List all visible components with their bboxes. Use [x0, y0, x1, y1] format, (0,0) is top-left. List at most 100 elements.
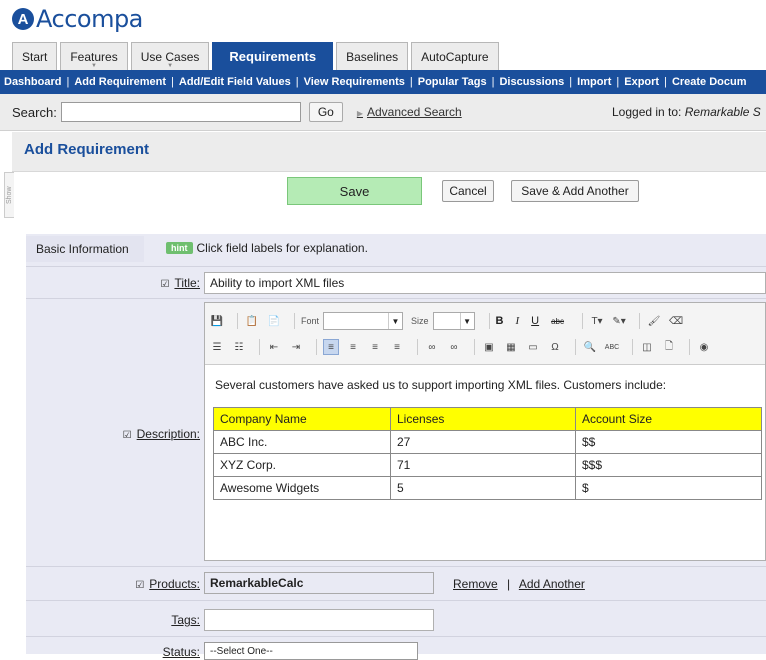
chevron-down-icon: ▼: [459, 313, 474, 329]
paste-word-icon[interactable]: 📄: [266, 313, 282, 329]
format-brush-icon[interactable]: 🖌: [646, 313, 662, 329]
table-icon[interactable]: ▦: [503, 339, 519, 355]
size-select[interactable]: ▼: [432, 312, 475, 330]
table-cell: XYZ Corp.: [213, 453, 391, 477]
italic-button[interactable]: I: [515, 315, 519, 327]
search-input[interactable]: [60, 102, 301, 122]
remove-product-link[interactable]: Remove: [453, 577, 498, 591]
maximize-icon[interactable]: ◉: [696, 339, 712, 355]
go-button[interactable]: Go: [308, 102, 343, 122]
horizontal-rule-icon[interactable]: ▭: [525, 339, 541, 355]
subnav-create-document[interactable]: Create Docum: [672, 76, 747, 88]
indent-icon[interactable]: ⇥: [288, 339, 304, 355]
title-label[interactable]: Title:: [174, 276, 200, 290]
search-bar: Search: Go ▶ Advanced Search Logged in to…: [0, 94, 766, 131]
table-row: XYZ Corp. 71 $$$: [213, 453, 762, 477]
font-label: Font: [301, 316, 320, 326]
title-field[interactable]: Ability to import XML files: [204, 272, 766, 294]
underline-button[interactable]: U: [531, 315, 539, 327]
products-label[interactable]: Products:: [149, 577, 200, 591]
subnav-add-edit-field-values[interactable]: Add/Edit Field Values: [179, 76, 291, 88]
preview-icon[interactable]: 🗋: [661, 339, 677, 355]
subnav-popular-tags[interactable]: Popular Tags: [418, 76, 487, 88]
tab-start-label: Start: [22, 49, 48, 64]
tab-autocapture-label: AutoCapture: [421, 49, 489, 64]
tab-autocapture[interactable]: AutoCapture: [411, 42, 499, 70]
main-tabs: Start Features ▼ Use Cases ▼ Requirements …: [12, 42, 502, 70]
text-color-icon[interactable]: T▾: [589, 313, 605, 329]
tab-baselines[interactable]: Baselines: [336, 42, 409, 70]
toolbar-separator: [294, 313, 295, 329]
tags-field[interactable]: [204, 609, 434, 631]
outdent-icon[interactable]: ⇤: [266, 339, 282, 355]
tab-requirements[interactable]: Requirements: [212, 42, 334, 70]
accompa-logo[interactable]: A Accompa: [12, 4, 143, 34]
save-and-add-another-button[interactable]: Save & Add Another: [511, 180, 639, 202]
toolbar-separator: [575, 339, 576, 355]
subnav-separator: |: [66, 76, 70, 88]
logged-in-account: Remarkable S: [684, 105, 761, 119]
table-header-row: Company Name Licenses Account Size: [213, 407, 762, 431]
spellcheck-icon[interactable]: ABC: [604, 339, 620, 355]
font-select[interactable]: ▼: [323, 312, 404, 330]
tab-start[interactable]: Start: [12, 42, 58, 70]
hint-text: Click field labels for explanation.: [196, 241, 368, 255]
size-label: Size: [411, 316, 429, 326]
status-label[interactable]: Status:: [163, 645, 200, 659]
eraser-icon[interactable]: ⌫: [668, 313, 684, 329]
save-icon[interactable]: 💾: [209, 313, 225, 329]
source-icon[interactable]: ◫: [639, 339, 655, 355]
tags-label-group: Tags:: [171, 613, 200, 627]
tab-features-label: Features: [70, 49, 118, 64]
numbered-list-icon[interactable]: ☰: [209, 339, 225, 355]
subnav-view-requirements[interactable]: View Requirements: [304, 76, 405, 88]
add-another-product-link[interactable]: Add Another: [519, 577, 585, 591]
tab-basic-information[interactable]: Basic Information: [26, 236, 144, 262]
align-center-icon[interactable]: ≡: [345, 339, 361, 355]
toolbar-separator: [417, 339, 418, 355]
status-select[interactable]: --Select One--: [204, 642, 418, 660]
find-replace-icon[interactable]: 🔍: [582, 339, 598, 355]
row-divider: [26, 266, 766, 267]
subnav-dashboard[interactable]: Dashboard: [4, 76, 61, 88]
align-justify-icon[interactable]: ≡: [389, 339, 405, 355]
subnav-separator: |: [616, 76, 620, 88]
description-label[interactable]: Description:: [137, 427, 200, 441]
align-left-icon[interactable]: ≡: [323, 339, 339, 355]
description-editor[interactable]: 💾 📋 📄 Font ▼ Size ▼ B I U abc T▾ ✎▾ 🖌 ⌫ …: [204, 302, 766, 561]
tab-features[interactable]: Features ▼: [60, 42, 128, 70]
align-right-icon[interactable]: ≡: [367, 339, 383, 355]
sub-navigation: Dashboard | Add Requirement | Add/Edit Fie…: [0, 70, 766, 94]
advanced-search-link[interactable]: ▶ Advanced Search: [357, 105, 462, 119]
search-label: Search:: [12, 104, 57, 120]
bold-button[interactable]: B: [496, 315, 504, 327]
logo-text: Accompa: [36, 5, 143, 33]
unlink-icon[interactable]: ∞: [446, 339, 462, 355]
paste-icon[interactable]: 📋: [244, 313, 260, 329]
save-button[interactable]: Save: [287, 177, 422, 205]
table-header-cell: Licenses: [390, 407, 576, 431]
link-icon[interactable]: ∞: [424, 339, 440, 355]
chevron-down-icon: ▼: [388, 313, 402, 329]
products-label-group: ☑ Products:: [135, 577, 200, 591]
title-label-group: ☑ Title:: [160, 276, 200, 290]
tab-use-cases[interactable]: Use Cases ▼: [130, 42, 210, 70]
toolbar-separator: [488, 313, 490, 329]
highlight-color-icon[interactable]: ✎▾: [611, 313, 627, 329]
bulleted-list-icon[interactable]: ☷: [231, 339, 247, 355]
special-char-icon[interactable]: Ω: [547, 339, 563, 355]
show-sidebar-toggle[interactable]: Show: [4, 172, 14, 218]
strikethrough-button[interactable]: abc: [551, 317, 564, 326]
subnav-add-requirement[interactable]: Add Requirement: [74, 76, 166, 88]
subnav-import[interactable]: Import: [577, 76, 611, 88]
image-icon[interactable]: ▣: [481, 339, 497, 355]
toolbar-separator: [639, 313, 641, 329]
cancel-button[interactable]: Cancel: [442, 180, 494, 202]
logo-mark-icon: A: [12, 8, 34, 30]
tags-label[interactable]: Tags:: [171, 613, 200, 627]
subnav-discussions[interactable]: Discussions: [499, 76, 564, 88]
subnav-export[interactable]: Export: [624, 76, 659, 88]
description-body-text: Several customers have asked us to suppo…: [215, 378, 667, 392]
product-actions: Remove | Add Another: [453, 577, 585, 591]
table-row: ABC Inc. 27 $$: [213, 430, 762, 454]
